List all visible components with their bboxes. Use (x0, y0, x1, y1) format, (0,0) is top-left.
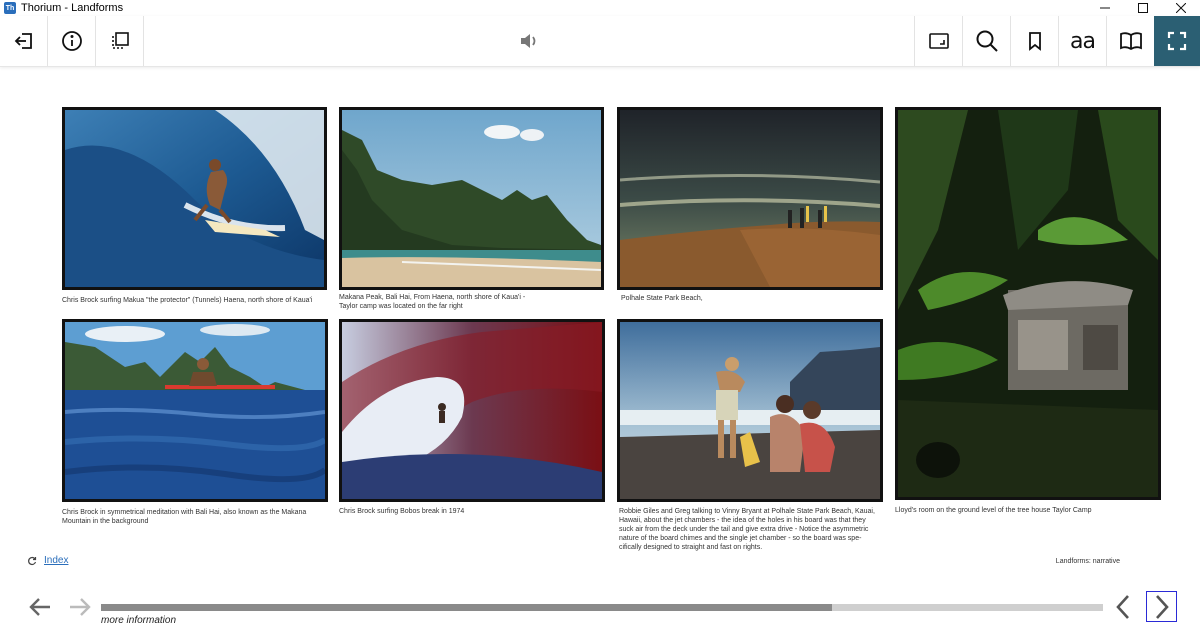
window-controls (1086, 0, 1200, 16)
caption-polhale-beach: Polhale State Park Beach, (621, 295, 703, 302)
photo-polhale-beach-image (620, 110, 880, 287)
refresh-icon (28, 556, 37, 565)
text-settings-icon: aa (1070, 28, 1096, 54)
photo-lloyds-room-image (898, 110, 1158, 497)
book-layout-button[interactable] (1106, 16, 1154, 66)
fullscreen-window-icon (928, 33, 949, 49)
close-button[interactable] (1162, 0, 1200, 16)
minimize-button[interactable] (1086, 0, 1124, 16)
chevron-right-icon (1155, 594, 1169, 619)
toc-button[interactable] (96, 16, 144, 66)
bookmark-button[interactable] (1010, 16, 1058, 66)
caption-jet-chambers-line-5: cifically designed to straight and fast … (619, 544, 763, 551)
text-settings-button[interactable]: aa (1058, 16, 1106, 66)
maximize-icon (1138, 3, 1148, 13)
fullscreen-window-button[interactable] (914, 16, 962, 66)
caption-makana-peak-line-1: Makana Peak, Bali Hai, From Haena, north… (339, 294, 526, 301)
arrow-right-icon (70, 598, 91, 616)
caption-jet-chambers-line-2: Hawaii, about the jet chambers - the ide… (619, 517, 866, 524)
photo-makana-peak-image (342, 110, 601, 287)
audio-icon (521, 34, 536, 48)
caption-bobos-break: Chris Brock surfing Bobos break in 1974 (339, 508, 465, 515)
toc-icon (111, 32, 129, 49)
photo-surfer-tunnels-image (65, 110, 324, 287)
info-button[interactable] (48, 16, 96, 66)
caption-bali-hai-meditation-line-2: Mountain in the background (62, 518, 149, 525)
fullscreen-icon (1167, 31, 1187, 51)
back-to-library-icon (14, 33, 32, 49)
caption-makana-peak-line-2: Taylor camp was located on the far right (339, 303, 463, 310)
history-forward-button[interactable] (68, 595, 92, 619)
photo-bobos-break-image (342, 322, 602, 499)
caption-jet-chambers-line-3: suck air from the deck under the tail an… (619, 526, 869, 533)
reader-toolbar: aa (0, 16, 1200, 67)
search-icon (976, 30, 998, 52)
more-information-label[interactable]: more information (101, 615, 176, 626)
caption-jet-chambers-line-4: nature of the board chimes and the singl… (619, 535, 862, 542)
caption-bali-hai-meditation-line-1: Chris Brock in symmetrical meditation wi… (62, 509, 307, 516)
caption-makana-peak: Makana Peak, Bali Hai, From Haena, north… (339, 293, 525, 311)
fullscreen-button[interactable] (1154, 16, 1200, 66)
photo-surfer-tunnels[interactable] (62, 107, 327, 290)
photo-polhale-beach[interactable] (617, 107, 883, 290)
minimize-icon (1100, 7, 1110, 9)
title-bar: Th Thorium - Landforms (0, 0, 1200, 16)
index-link-group: Index (27, 555, 68, 566)
photo-bali-hai-meditation-image (65, 322, 325, 499)
maximize-button[interactable] (1124, 0, 1162, 16)
index-link[interactable]: Index (44, 555, 68, 566)
photo-makana-peak[interactable] (339, 107, 604, 290)
caption-jet-chambers: Robbie Giles and Greg talking to Vinny B… (619, 507, 875, 552)
window-title: Thorium - Landforms (21, 2, 124, 14)
audio-button[interactable] (505, 16, 553, 66)
photo-bali-hai-meditation[interactable] (62, 319, 328, 502)
caption-lloyds-room: Lloyd's room on the ground level of the … (895, 507, 1092, 514)
photo-bobos-break[interactable] (339, 319, 605, 502)
caption-surfer-tunnels: Chris Brock surfing Makua "the protector… (62, 297, 313, 304)
previous-page-button[interactable] (1112, 593, 1134, 621)
photo-lloyds-room[interactable] (895, 107, 1161, 500)
caption-jet-chambers-line-1: Robbie Giles and Greg talking to Vinny B… (619, 508, 875, 515)
bookmark-icon (1028, 32, 1041, 51)
chevron-left-icon (1116, 595, 1129, 619)
book-layout-icon (1119, 32, 1142, 51)
reading-progress-fill (101, 604, 833, 611)
caption-bali-hai-meditation: Chris Brock in symmetrical meditation wi… (62, 508, 306, 526)
section-label: Landforms: narrative (1055, 558, 1120, 565)
info-icon (61, 31, 82, 51)
photo-jet-chambers-image (620, 322, 880, 499)
photo-jet-chambers[interactable] (617, 319, 883, 502)
app-logo: Th (4, 2, 16, 14)
search-button[interactable] (962, 16, 1010, 66)
history-back-button[interactable] (28, 595, 52, 619)
next-page-button[interactable] (1146, 591, 1177, 622)
close-icon (1176, 3, 1186, 13)
arrow-left-icon (29, 598, 50, 616)
back-to-library-button[interactable] (0, 16, 48, 66)
reading-progress-bar[interactable] (101, 604, 1103, 611)
